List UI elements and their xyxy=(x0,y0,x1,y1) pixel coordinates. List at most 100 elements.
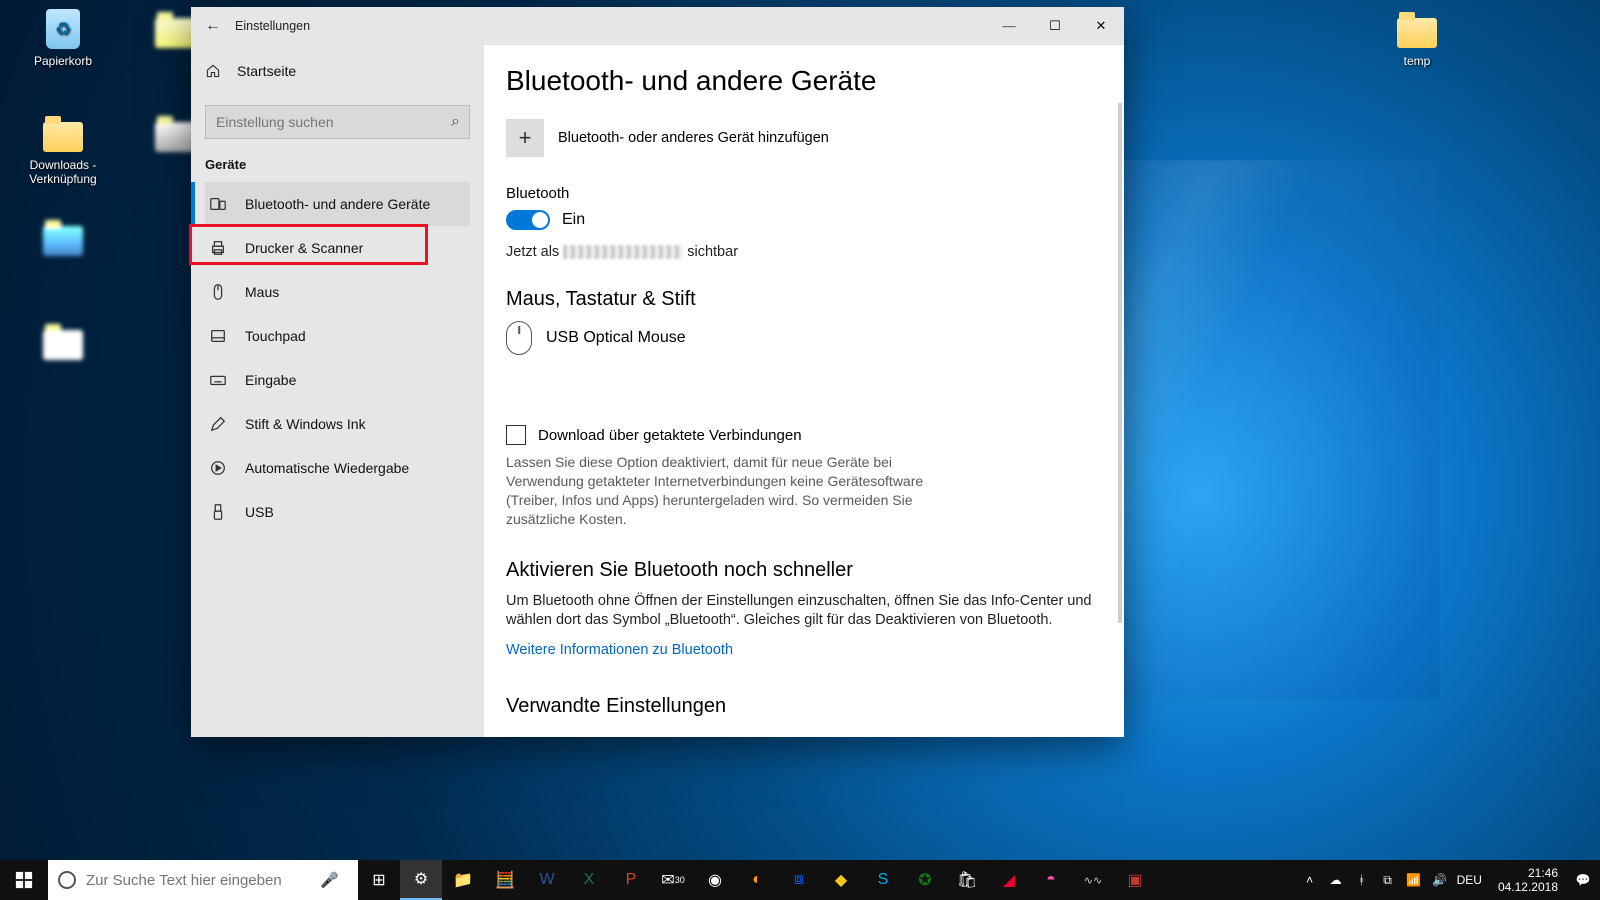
related-heading: Verwandte Einstellungen xyxy=(506,695,1098,718)
task-view-button[interactable]: ⊞ xyxy=(358,860,400,900)
settings-window: ← Einstellungen — ☐ ✕ Startseite ⌕ Gerät… xyxy=(191,7,1124,737)
tray-language[interactable]: DEU xyxy=(1457,873,1482,887)
back-button[interactable]: ← xyxy=(191,17,235,35)
printer-icon xyxy=(209,239,227,257)
tray-volume-icon[interactable]: 🔊 xyxy=(1431,873,1449,887)
tray-onedrive-icon[interactable]: ☁ xyxy=(1327,873,1345,887)
mouse-icon xyxy=(506,321,532,355)
nav-printers[interactable]: Drucker & Scanner xyxy=(205,226,470,270)
windows-icon xyxy=(15,871,33,889)
home-icon xyxy=(205,63,221,79)
taskbar-powerpoint[interactable]: P xyxy=(610,860,652,900)
metered-label: Download über getaktete Verbindungen xyxy=(538,427,802,444)
touchpad-icon xyxy=(209,327,227,345)
nav-bluetooth-devices[interactable]: Bluetooth- und andere Geräte xyxy=(205,182,470,226)
desktop-icon-blurred[interactable] xyxy=(18,216,108,276)
system-tray[interactable]: ˄ ☁ ᚼ ⧉ 📶 🔊 DEU 21:46 04.12.2018 💬 xyxy=(1293,866,1600,894)
usb-icon xyxy=(209,503,227,521)
taskbar-skype[interactable]: S xyxy=(862,860,904,900)
tray-network-icon[interactable]: 📶 xyxy=(1405,873,1423,887)
tip-body: Um Bluetooth ohne Öffnen der Einstellung… xyxy=(506,592,1098,631)
nav-touchpad[interactable]: Touchpad xyxy=(205,314,470,358)
taskbar-xbox[interactable]: ✪ xyxy=(904,860,946,900)
desktop[interactable]: Papierkorb Downloads - Verknüpfung temp … xyxy=(0,0,1600,900)
taskbar-dropbox[interactable]: ⧈ xyxy=(778,860,820,900)
maximize-button[interactable]: ☐ xyxy=(1032,7,1078,45)
nav-group-label: Geräte xyxy=(205,157,470,172)
bluetooth-more-info-link[interactable]: Weitere Informationen zu Bluetooth xyxy=(506,642,733,658)
bluetooth-label: Bluetooth xyxy=(506,185,1098,202)
search-icon: ⌕ xyxy=(451,113,460,131)
start-button[interactable] xyxy=(0,860,48,900)
desktop-icon-temp[interactable]: temp xyxy=(1372,8,1462,68)
taskbar-mail[interactable]: ✉30 xyxy=(652,860,694,900)
taskbar-word[interactable]: W xyxy=(526,860,568,900)
taskbar-avira[interactable]: ◢ xyxy=(988,860,1030,900)
taskbar-explorer[interactable]: 📁 xyxy=(442,860,484,900)
keyboard-icon xyxy=(209,371,227,389)
tip-heading: Aktivieren Sie Bluetooth noch schneller xyxy=(506,559,1098,582)
discoverable-text: Jetzt als sichtbar xyxy=(506,244,1098,260)
nav-label: Touchpad xyxy=(245,328,306,344)
taskbar-calculator[interactable]: 🧮 xyxy=(484,860,526,900)
nav-label: USB xyxy=(245,504,274,520)
taskbar-store[interactable]: 🛍 xyxy=(946,860,988,900)
nav-usb[interactable]: USB xyxy=(205,490,470,534)
icon-label: Papierkorb xyxy=(18,54,108,68)
taskbar-search-input[interactable] xyxy=(86,872,320,889)
window-title: Einstellungen xyxy=(235,19,310,33)
add-device-label: Bluetooth- oder anderes Gerät hinzufügen xyxy=(558,130,829,146)
pen-icon xyxy=(209,415,227,433)
nav-typing[interactable]: Eingabe xyxy=(205,358,470,402)
nav-home[interactable]: Startseite xyxy=(205,51,470,91)
nav-mouse[interactable]: Maus xyxy=(205,270,470,314)
scrollbar[interactable] xyxy=(1118,103,1122,623)
taskbar-app2[interactable]: ◓ xyxy=(1030,860,1072,900)
tray-bluetooth-icon[interactable]: ᚼ xyxy=(1353,873,1371,887)
bluetooth-state: Ein xyxy=(562,211,585,229)
devices-icon xyxy=(209,195,227,213)
section-input-devices: Maus, Tastatur & Stift xyxy=(506,288,1098,311)
tray-overflow[interactable]: ˄ xyxy=(1301,873,1319,887)
device-name: USB Optical Mouse xyxy=(546,329,686,347)
taskbar-app4[interactable]: ▣ xyxy=(1114,860,1156,900)
nav-label: Automatische Wiedergabe xyxy=(245,460,409,476)
nav-label: Eingabe xyxy=(245,372,296,388)
nav-home-label: Startseite xyxy=(237,63,296,79)
nav-label: Bluetooth- und andere Geräte xyxy=(245,196,430,212)
mic-icon[interactable]: 🎤 xyxy=(320,871,348,889)
desktop-icon-downloads-shortcut[interactable]: Downloads - Verknüpfung xyxy=(18,112,108,186)
taskbar-app[interactable]: ◆ xyxy=(820,860,862,900)
taskbar-firefox[interactable]: ◐ xyxy=(736,860,778,900)
nav-pen[interactable]: Stift & Windows Ink xyxy=(205,402,470,446)
titlebar[interactable]: ← Einstellungen — ☐ ✕ xyxy=(191,7,1124,45)
add-device-button[interactable]: + Bluetooth- oder anderes Gerät hinzufüg… xyxy=(506,119,1098,157)
page-title: Bluetooth- und andere Geräte xyxy=(506,65,1098,97)
device-item[interactable]: USB Optical Mouse xyxy=(506,321,1098,355)
close-button[interactable]: ✕ xyxy=(1078,7,1124,45)
tray-dropbox-icon[interactable]: ⧉ xyxy=(1379,873,1397,888)
nav-autoplay[interactable]: Automatische Wiedergabe xyxy=(205,446,470,490)
taskbar[interactable]: 🎤 ⊞ ⚙ 📁 🧮 W X P ✉30 ◉ ◐ ⧈ ◆ S ✪ 🛍 ◢ ◓ ∿∿… xyxy=(0,860,1600,900)
content-pane: Bluetooth- und andere Geräte + Bluetooth… xyxy=(484,45,1124,737)
settings-search[interactable]: ⌕ xyxy=(205,105,470,139)
taskbar-excel[interactable]: X xyxy=(568,860,610,900)
taskbar-app3[interactable]: ∿∿ xyxy=(1072,860,1114,900)
taskbar-pinned: ⊞ ⚙ 📁 🧮 W X P ✉30 ◉ ◐ ⧈ ◆ S ✪ 🛍 ◢ ◓ ∿∿ ▣ xyxy=(358,860,1156,900)
settings-search-input[interactable] xyxy=(205,105,470,139)
tray-action-center-icon[interactable]: 💬 xyxy=(1574,873,1592,887)
desktop-icon-recycle-bin[interactable]: Papierkorb xyxy=(18,8,108,68)
bluetooth-toggle[interactable] xyxy=(506,210,550,230)
minimize-button[interactable]: — xyxy=(986,7,1032,45)
metered-description: Lassen Sie diese Option deaktiviert, dam… xyxy=(506,453,926,529)
tray-clock[interactable]: 21:46 04.12.2018 xyxy=(1490,866,1566,894)
nav-label: Maus xyxy=(245,284,279,300)
taskbar-search[interactable]: 🎤 xyxy=(48,860,358,900)
cortana-icon xyxy=(58,871,76,889)
plus-icon: + xyxy=(506,119,544,157)
taskbar-chrome[interactable]: ◉ xyxy=(694,860,736,900)
nav-label: Stift & Windows Ink xyxy=(245,416,366,432)
taskbar-settings[interactable]: ⚙ xyxy=(400,860,442,900)
metered-checkbox[interactable] xyxy=(506,425,526,445)
desktop-icon-blurred[interactable] xyxy=(18,320,108,380)
